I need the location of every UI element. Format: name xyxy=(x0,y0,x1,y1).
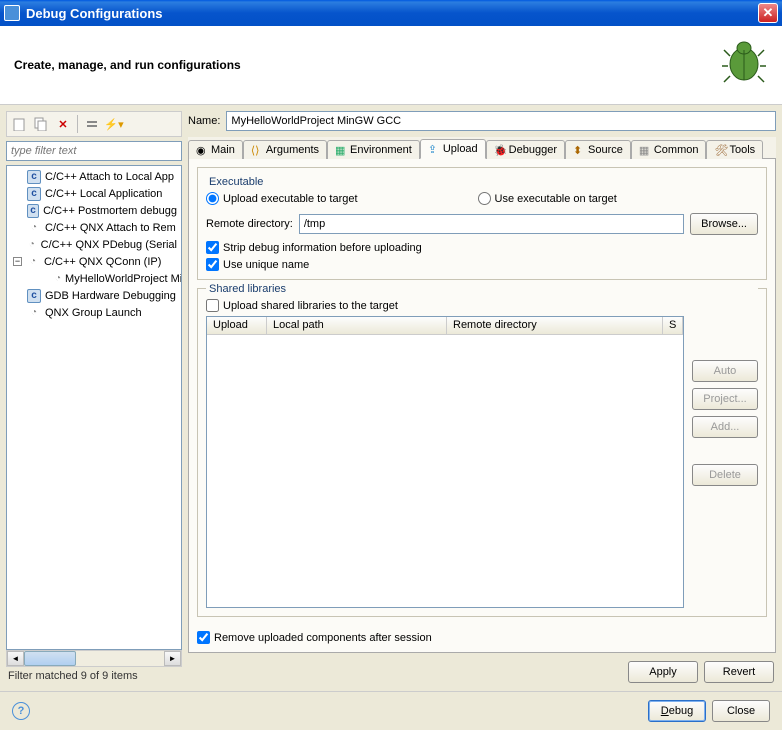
check-upload-shared[interactable]: Upload shared libraries to the target xyxy=(206,299,758,312)
dialog-title: Create, manage, and run configurations xyxy=(14,58,241,72)
config-name-input[interactable] xyxy=(226,111,776,131)
c-icon: c xyxy=(27,187,41,201)
filter-input[interactable] xyxy=(6,141,182,161)
new-config-icon[interactable] xyxy=(11,116,27,132)
tree-item-postmortem[interactable]: cC/C++ Postmortem debugg xyxy=(7,202,181,219)
main-tab-icon: ◉ xyxy=(196,144,208,156)
qnx-icon: ◔ xyxy=(27,306,41,320)
qnx-icon: ◔ xyxy=(27,221,41,235)
remote-dir-input[interactable] xyxy=(299,214,684,234)
tab-source[interactable]: ⬍Source xyxy=(565,140,631,159)
qnx-icon: ◔ xyxy=(55,272,61,286)
col-local[interactable]: Local path xyxy=(267,317,447,334)
tab-main[interactable]: ◉Main xyxy=(188,140,243,159)
scroll-left-icon[interactable]: ◄ xyxy=(7,651,24,666)
help-icon[interactable]: ? xyxy=(12,702,30,720)
c-icon: c xyxy=(27,204,39,218)
collapse-all-icon[interactable] xyxy=(84,116,100,132)
bug-icon xyxy=(720,36,768,94)
tree-item-attach-local[interactable]: cC/C++ Attach to Local App xyxy=(7,168,181,185)
delete-config-icon[interactable]: ✕ xyxy=(55,116,71,132)
executable-fieldset: Executable Upload executable to target U… xyxy=(197,167,767,280)
args-tab-icon: ⟨⟩ xyxy=(251,144,263,156)
qnx-icon: ◔ xyxy=(27,238,37,252)
left-panel: ✕ ⚡▾ cC/C++ Attach to Local App cC/C++ L… xyxy=(6,111,182,685)
tab-bar: ◉Main ⟨⟩Arguments ▦Environment ⇪Upload 🐞… xyxy=(188,137,776,159)
tools-tab-icon: 🛠 xyxy=(714,144,726,156)
apply-button[interactable]: Apply xyxy=(628,661,698,683)
executable-legend: Executable xyxy=(206,176,266,188)
window-title: Debug Configurations xyxy=(26,6,163,21)
right-panel: Name: ◉Main ⟨⟩Arguments ▦Environment ⇪Up… xyxy=(188,111,776,685)
tree-hscrollbar[interactable]: ◄ ► xyxy=(6,650,182,667)
tab-environment[interactable]: ▦Environment xyxy=(327,140,420,159)
project-button[interactable]: Project... xyxy=(692,388,758,410)
col-strip[interactable]: S xyxy=(663,317,683,334)
tab-tools[interactable]: 🛠Tools xyxy=(706,140,763,159)
c-icon: c xyxy=(27,289,41,303)
env-tab-icon: ▦ xyxy=(335,144,347,156)
scroll-thumb[interactable] xyxy=(24,651,76,666)
shared-libs-fieldset: Shared libraries Upload shared libraries… xyxy=(197,288,767,617)
tree-item-qnx-group[interactable]: ◔QNX Group Launch xyxy=(7,304,181,321)
add-button[interactable]: Add... xyxy=(692,416,758,438)
scroll-right-icon[interactable]: ► xyxy=(164,651,181,666)
tree-item-myproject[interactable]: ◔MyHelloWorldProject Mi xyxy=(7,270,181,287)
filter-icon[interactable]: ⚡▾ xyxy=(106,116,122,132)
radio-use-on-target[interactable]: Use executable on target xyxy=(478,192,617,205)
radio-upload-to-target[interactable]: Upload executable to target xyxy=(206,192,358,205)
c-icon: c xyxy=(27,170,41,184)
name-label: Name: xyxy=(188,115,220,127)
col-remote[interactable]: Remote directory xyxy=(447,317,663,334)
tree-item-qnx-attach[interactable]: ◔C/C++ QNX Attach to Rem xyxy=(7,219,181,236)
tab-common[interactable]: ▦Common xyxy=(631,140,707,159)
shared-libs-table[interactable]: Upload Local path Remote directory S xyxy=(206,316,684,608)
tree-item-local-app[interactable]: cC/C++ Local Application xyxy=(7,185,181,202)
browse-button[interactable]: Browse... xyxy=(690,213,758,235)
auto-button[interactable]: Auto xyxy=(692,360,758,382)
app-icon xyxy=(4,5,20,21)
check-remove-after-session[interactable]: Remove uploaded components after session xyxy=(197,631,767,644)
close-button[interactable]: Close xyxy=(712,700,770,722)
common-tab-icon: ▦ xyxy=(639,144,651,156)
shared-libs-legend: Shared libraries xyxy=(206,283,758,295)
left-toolbar: ✕ ⚡▾ xyxy=(6,111,182,137)
tab-arguments[interactable]: ⟨⟩Arguments xyxy=(243,140,327,159)
upload-tab-icon: ⇪ xyxy=(428,143,440,155)
tab-content-upload: Executable Upload executable to target U… xyxy=(188,159,776,653)
col-upload[interactable]: Upload xyxy=(207,317,267,334)
tree-collapse-icon[interactable]: − xyxy=(13,257,22,266)
check-unique-name[interactable]: Use unique name xyxy=(206,258,758,271)
debugger-tab-icon: 🐞 xyxy=(494,144,506,156)
check-strip-debug[interactable]: Strip debug information before uploading xyxy=(206,241,758,254)
qnx-icon: ◔ xyxy=(26,255,40,269)
tab-upload[interactable]: ⇪Upload xyxy=(420,139,486,159)
filter-status: Filter matched 9 of 9 items xyxy=(6,667,182,685)
window-titlebar[interactable]: Debug Configurations ✕ xyxy=(0,0,782,26)
remote-dir-label: Remote directory: xyxy=(206,218,293,230)
tree-item-qnx-pdebug[interactable]: ◔C/C++ QNX PDebug (Serial xyxy=(7,236,181,253)
config-tree[interactable]: cC/C++ Attach to Local App cC/C++ Local … xyxy=(6,165,182,650)
revert-button[interactable]: Revert xyxy=(704,661,774,683)
debug-button[interactable]: Debug xyxy=(648,700,706,722)
source-tab-icon: ⬍ xyxy=(573,144,585,156)
dialog-footer: ? Debug Close xyxy=(0,691,782,730)
delete-button[interactable]: Delete xyxy=(692,464,758,486)
tab-debugger[interactable]: 🐞Debugger xyxy=(486,140,565,159)
dialog-header: Create, manage, and run configurations xyxy=(0,26,782,105)
window-close-button[interactable]: ✕ xyxy=(758,3,778,23)
tree-item-qnx-qconn[interactable]: −◔C/C++ QNX QConn (IP) xyxy=(7,253,181,270)
tree-item-gdb-hw[interactable]: cGDB Hardware Debugging xyxy=(7,287,181,304)
duplicate-config-icon[interactable] xyxy=(33,116,49,132)
